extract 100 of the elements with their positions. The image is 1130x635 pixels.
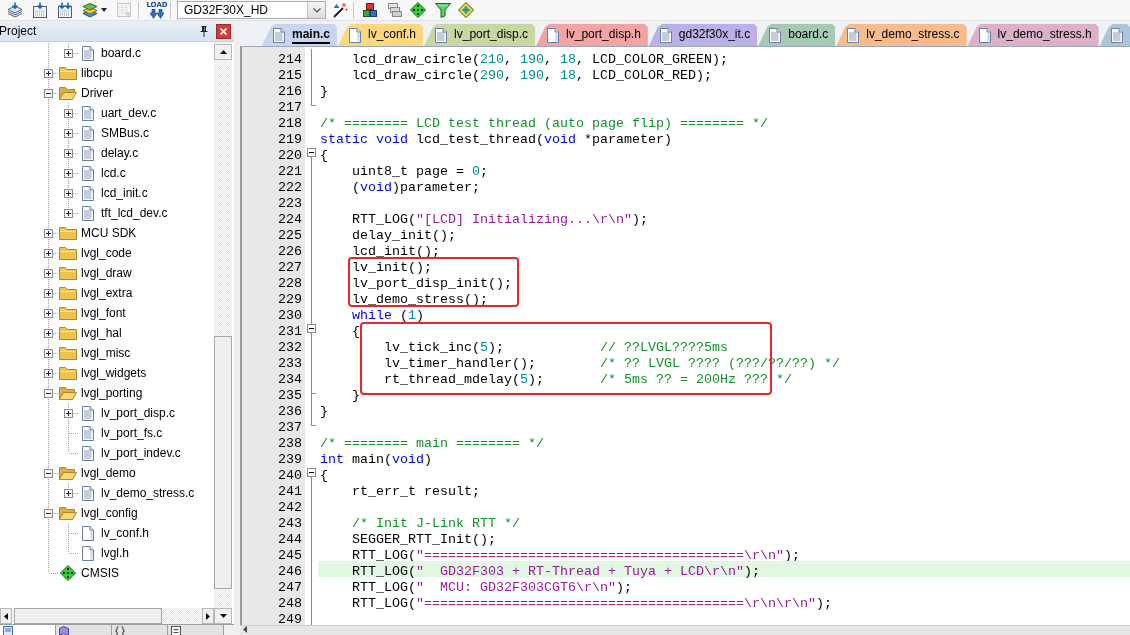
minus-box-icon[interactable] bbox=[43, 468, 53, 478]
folder-label[interactable]: lvgl_extra bbox=[81, 286, 133, 300]
code-line: lcd_init(); bbox=[351, 244, 440, 259]
scroll-up-button[interactable] bbox=[214, 44, 232, 60]
document-icon bbox=[82, 445, 94, 461]
plus-box-icon[interactable] bbox=[63, 208, 73, 218]
plus-box-icon[interactable] bbox=[43, 228, 53, 238]
scroll-right-button[interactable] bbox=[202, 608, 214, 624]
diamond-icon[interactable] bbox=[410, 2, 426, 18]
file-tab[interactable]: lv_conf.h bbox=[338, 24, 424, 46]
plus-box-icon[interactable] bbox=[43, 328, 53, 338]
file-label[interactable]: lv_port_fs.c bbox=[101, 426, 163, 440]
minus-box-icon[interactable] bbox=[43, 508, 53, 518]
scrollbar[interactable] bbox=[214, 42, 232, 624]
blank-document-icon bbox=[82, 525, 94, 541]
folder-label[interactable]: lvgl_hal bbox=[81, 326, 122, 340]
panel-tab[interactable] bbox=[112, 625, 168, 635]
file-label[interactable]: lv_conf.h bbox=[101, 526, 150, 540]
file-tab[interactable] bbox=[1099, 24, 1130, 46]
plus-box-icon[interactable] bbox=[63, 488, 73, 498]
file-label[interactable]: tft_lcd_dev.c bbox=[101, 206, 168, 220]
panel-tab[interactable] bbox=[168, 625, 224, 635]
document-icon bbox=[82, 145, 94, 161]
close-icon bbox=[220, 27, 227, 35]
file-label[interactable]: uart_dev.c bbox=[101, 106, 157, 120]
file-label[interactable]: lv_port_disp.c bbox=[101, 406, 176, 420]
triangle-left-icon[interactable] bbox=[243, 626, 247, 633]
scrollbar[interactable] bbox=[240, 625, 1130, 635]
line-number: 242 bbox=[278, 500, 302, 515]
folder-label[interactable]: lvgl_widgets bbox=[81, 366, 147, 380]
folder-label[interactable]: lvgl_misc bbox=[81, 346, 131, 360]
folder-label[interactable]: libcpu bbox=[81, 66, 113, 80]
plus-box-icon[interactable] bbox=[63, 408, 73, 418]
minus-box-icon[interactable] bbox=[43, 88, 53, 98]
line-number: 220 bbox=[278, 148, 302, 163]
line-number: 232 bbox=[278, 340, 302, 355]
scrollbar-thumb[interactable] bbox=[214, 336, 232, 589]
folder-label[interactable]: MCU SDK bbox=[81, 226, 137, 240]
plus-box-icon[interactable] bbox=[63, 188, 73, 198]
plus-box-icon[interactable] bbox=[63, 148, 73, 158]
plus-box-icon[interactable] bbox=[43, 268, 53, 278]
pin-icon[interactable] bbox=[200, 25, 208, 37]
plus-box-icon[interactable] bbox=[43, 348, 53, 358]
file-label[interactable]: lcd.c bbox=[101, 166, 126, 180]
file-label[interactable]: board.c bbox=[101, 46, 142, 60]
panel-tab[interactable] bbox=[56, 625, 112, 635]
target-select[interactable]: GD32F30X_HD bbox=[177, 1, 326, 19]
scrollbar[interactable] bbox=[0, 608, 214, 624]
folder-label[interactable]: lvgl_draw bbox=[81, 266, 132, 280]
file-label[interactable]: SMBus.c bbox=[101, 126, 149, 140]
file-label[interactable]: lv_demo_stress.c bbox=[101, 486, 195, 500]
scroll-down-button[interactable] bbox=[214, 608, 232, 624]
folder-label[interactable]: Driver bbox=[81, 86, 113, 100]
windows-icon[interactable] bbox=[387, 2, 403, 18]
chevron-down-icon bbox=[312, 7, 321, 13]
panel-tab[interactable] bbox=[0, 625, 56, 635]
plus-box-icon[interactable] bbox=[43, 288, 53, 298]
minus-box-icon[interactable] bbox=[307, 321, 316, 337]
stack-arrow-icon[interactable] bbox=[7, 2, 23, 18]
page-arrow-icon[interactable] bbox=[32, 2, 48, 18]
blank-document-icon bbox=[978, 27, 991, 43]
minus-box-icon[interactable] bbox=[307, 148, 316, 161]
file-tab[interactable]: lv_port_disp.h bbox=[536, 24, 648, 46]
plus-box-icon[interactable] bbox=[63, 128, 73, 138]
file-tab[interactable]: lv_demo_stress.c bbox=[836, 24, 967, 46]
file-label[interactable]: lcd_init.c bbox=[101, 186, 148, 200]
plus-box-icon[interactable] bbox=[63, 168, 73, 178]
plus-box-icon[interactable] bbox=[43, 368, 53, 378]
diamond-grid-icon[interactable] bbox=[458, 2, 474, 18]
file-tab[interactable]: lv_demo_stress.h bbox=[967, 24, 1099, 46]
file-label[interactable]: lvgl.h bbox=[101, 546, 129, 560]
folder-label[interactable]: lvgl_demo bbox=[81, 466, 136, 480]
plus-box-icon[interactable] bbox=[43, 308, 53, 318]
code-editor[interactable] bbox=[240, 47, 1130, 625]
file-tab[interactable]: gd32f30x_it.c bbox=[648, 24, 758, 46]
plus-box-icon[interactable] bbox=[43, 68, 53, 78]
wand-icon[interactable] bbox=[332, 2, 348, 18]
scroll-left-button[interactable] bbox=[0, 608, 12, 624]
file-label[interactable]: lv_port_indev.c bbox=[101, 446, 181, 460]
blocks-icon[interactable] bbox=[362, 2, 378, 18]
minus-box-icon[interactable] bbox=[43, 388, 53, 398]
file-tab[interactable]: main.c bbox=[262, 24, 337, 46]
file-tab[interactable]: lv_port_disp.c bbox=[424, 24, 536, 46]
folder-label[interactable]: lvgl_config bbox=[81, 506, 138, 520]
code-line: /* ======== main ======== */ bbox=[320, 436, 544, 451]
pages-arrow-icon[interactable] bbox=[57, 2, 73, 18]
file-label[interactable]: delay.c bbox=[101, 146, 139, 160]
dropdown-button[interactable] bbox=[82, 2, 107, 18]
folder-label[interactable]: lvgl_code bbox=[81, 246, 132, 260]
folder-label[interactable]: lvgl_font bbox=[81, 306, 126, 320]
plus-box-icon[interactable] bbox=[43, 248, 53, 258]
minus-box-icon[interactable] bbox=[307, 468, 316, 481]
close-button[interactable] bbox=[216, 23, 231, 39]
scrollbar-thumb[interactable] bbox=[14, 608, 162, 624]
file-tab[interactable]: board.c bbox=[758, 24, 836, 46]
plus-box-icon[interactable] bbox=[63, 108, 73, 118]
folder-label[interactable]: lvgl_porting bbox=[81, 386, 143, 400]
funnel-icon[interactable] bbox=[435, 2, 451, 18]
component-label[interactable]: CMSIS bbox=[81, 566, 119, 580]
plus-box-icon[interactable] bbox=[63, 48, 73, 58]
